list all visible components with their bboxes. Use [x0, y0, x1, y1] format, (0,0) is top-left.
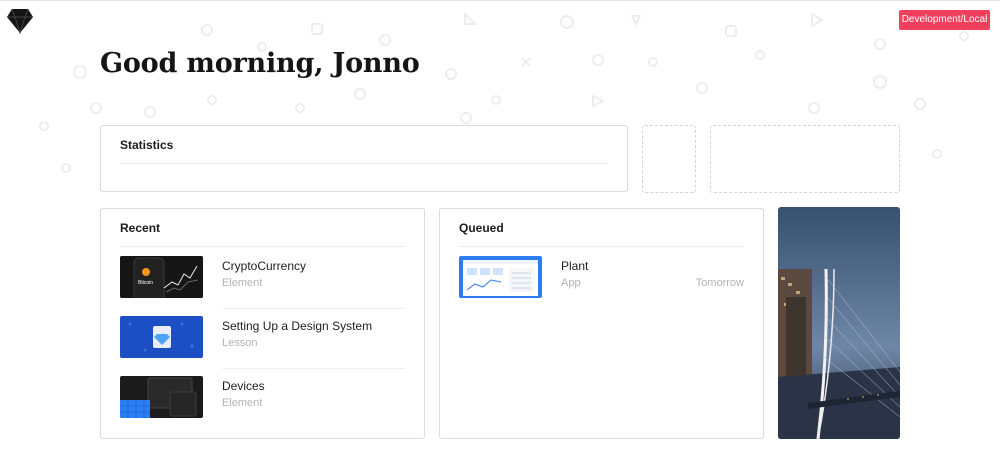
- card-divider: [120, 246, 405, 247]
- featured-photo[interactable]: [778, 207, 900, 439]
- empty-widget-slot: [642, 125, 696, 193]
- card-divider: [120, 163, 608, 164]
- empty-widget-slot: [710, 125, 900, 193]
- item-type: Element: [222, 277, 263, 289]
- card-divider: [459, 246, 744, 247]
- plant-app-thumbnail: [459, 256, 542, 298]
- item-schedule: Tomorrow: [695, 277, 744, 289]
- list-item[interactable]: Setting Up a Design System Lesson: [101, 316, 424, 376]
- recent-title: Recent: [120, 221, 161, 235]
- item-divider: [222, 368, 405, 369]
- crypto-thumbnail: Bitcoin: [120, 256, 203, 298]
- environment-badge: Development/Local: [899, 10, 990, 30]
- list-item[interactable]: Devices Element: [101, 376, 424, 436]
- page-title: Good morning, Jonno: [100, 48, 420, 79]
- item-type: Element: [222, 397, 263, 409]
- top-border: [0, 0, 1000, 1]
- item-title: Devices: [222, 379, 265, 393]
- item-title: Plant: [561, 259, 589, 273]
- devices-thumbnail: [120, 376, 203, 418]
- design-system-thumbnail: [120, 316, 203, 358]
- queued-title: Queued: [459, 221, 504, 235]
- bitcoin-label: Bitcoin: [138, 280, 154, 286]
- sketch-diamond-icon[interactable]: [6, 8, 34, 34]
- statistics-card: Statistics: [100, 125, 628, 192]
- statistics-title: Statistics: [120, 138, 174, 152]
- item-title: CryptoCurrency: [222, 259, 307, 273]
- queued-card: Queued Plant App Tomorrow: [439, 208, 764, 439]
- item-type: App: [561, 277, 581, 289]
- recent-card: Recent Bitcoin CryptoCurrency Element Se…: [100, 208, 425, 439]
- item-divider: [222, 308, 405, 309]
- item-type: Lesson: [222, 337, 258, 349]
- list-item[interactable]: Plant App Tomorrow: [440, 256, 763, 316]
- item-title: Setting Up a Design System: [222, 319, 373, 333]
- list-item[interactable]: Bitcoin CryptoCurrency Element: [101, 256, 424, 316]
